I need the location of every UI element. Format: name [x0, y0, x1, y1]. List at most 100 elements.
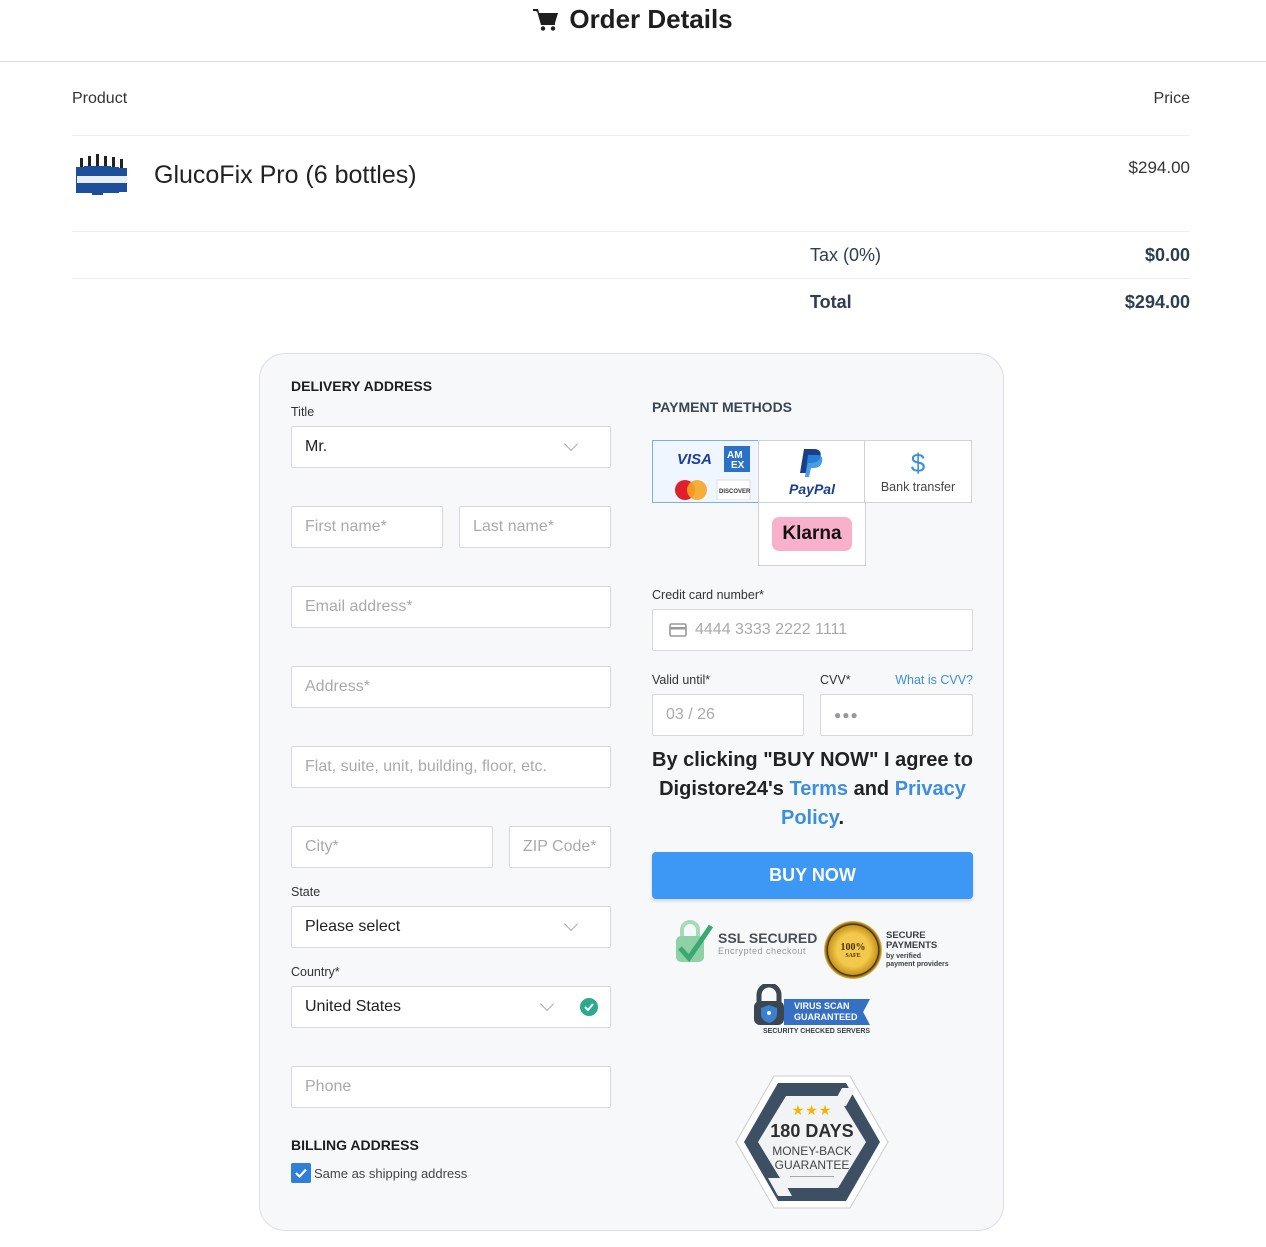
product-price: $294.00: [1128, 158, 1190, 177]
guarantee-line-2: GUARANTEE: [774, 1158, 850, 1172]
product-name: GlucoFix Pro (6 bottles): [154, 160, 417, 189]
chevron-down-icon: [563, 916, 579, 932]
cvv-label: CVV*: [820, 673, 851, 687]
payment-heading: PAYMENT METHODS: [652, 399, 793, 415]
payment-method-paypal[interactable]: PayPal: [758, 440, 866, 503]
last-name-input[interactable]: Last name*: [459, 506, 611, 548]
phone-input[interactable]: Phone: [291, 1066, 611, 1108]
total-label: Total: [810, 292, 852, 312]
money-back-guarantee-badge: ★★★ 180 DAYS MONEY-BACK GUARANTEE: [734, 1074, 890, 1210]
city-input[interactable]: City*: [291, 826, 493, 868]
tax-label: Tax (0%): [810, 244, 882, 265]
card-brands-icon: VISA AMEX DISCOVER: [675, 445, 751, 500]
klarna-logo: Klarna: [772, 517, 852, 551]
email-placeholder: Email address*: [305, 598, 413, 615]
seal-percent: 100%: [840, 941, 866, 953]
valid-check-icon: [580, 998, 598, 1016]
order-summary: Product Price GlucoFix Pro (6 bottles) $…: [72, 62, 1190, 326]
paypal-label: PayPal: [789, 480, 835, 497]
column-price: Price: [1153, 89, 1190, 107]
first-name-input[interactable]: First name*: [291, 506, 443, 548]
valid-until-label: Valid until*: [652, 673, 711, 687]
state-select-value: Please select: [305, 918, 401, 935]
virus-scan-ribbon: VIRUS SCAN GUARANTEED: [784, 999, 870, 1025]
credit-card-icon: [669, 623, 687, 637]
title-label: Title: [291, 405, 315, 419]
virus-scan-badge: VIRUS SCAN GUARANTEED SECURITY CHECKED S…: [752, 984, 877, 1040]
same-as-shipping-label[interactable]: Same as shipping address: [314, 1166, 467, 1181]
legal-text-and: and: [848, 778, 895, 800]
card-number-input[interactable]: 4444 3333 2222 1111: [652, 609, 973, 651]
first-name-placeholder: First name*: [305, 518, 387, 535]
tax-value: $0.00: [1144, 244, 1190, 265]
buy-now-button[interactable]: BUY NOW: [652, 852, 973, 899]
total-row: Total $294.00: [72, 279, 1190, 326]
secure-sub-1: by verified: [886, 953, 922, 960]
legal-notice: By clicking "BUY NOW" I agree to Digisto…: [652, 746, 973, 833]
product-bottles-image: [76, 154, 127, 195]
cvv-placeholder: ●●●: [834, 708, 859, 722]
valid-until-input[interactable]: 03 / 26: [652, 694, 804, 736]
virus-subtitle: SECURITY CHECKED SERVERS: [763, 1028, 871, 1035]
payment-method-klarna[interactable]: Klarna: [758, 502, 866, 566]
virus-line-1: VIRUS SCAN: [794, 1001, 850, 1011]
column-product: Product: [72, 89, 128, 107]
total-value: $294.00: [1124, 292, 1190, 312]
payment-method-card[interactable]: VISA AM EX DISCOVER: [652, 440, 760, 503]
ssl-shield-check-icon: [676, 920, 714, 963]
email-input[interactable]: Email address*: [291, 586, 611, 628]
address2-input[interactable]: Flat, suite, unit, building, floor, etc.: [291, 746, 611, 788]
same-as-shipping-checkbox[interactable]: [291, 1163, 311, 1183]
legal-text-end: .: [838, 807, 844, 829]
ssl-title: SSL SECURED: [718, 930, 818, 946]
state-label: State: [291, 885, 321, 899]
seal-safe: SAFE: [845, 952, 861, 959]
delivery-heading: DELIVERY ADDRESS: [291, 378, 433, 394]
title-select[interactable]: Mr.: [291, 426, 611, 468]
secure-sub-2: payment providers: [886, 961, 949, 968]
secure-title-2: PAYMENTS: [886, 940, 938, 951]
address2-placeholder: Flat, suite, unit, building, floor, etc.: [305, 758, 547, 775]
order-item-row: GlucoFix Pro (6 bottles) $294.00: [72, 136, 1190, 232]
svg-text:EX: EX: [731, 460, 745, 471]
city-placeholder: City*: [305, 838, 339, 855]
page-title-text: Order Details: [569, 4, 733, 34]
guarantee-days: 180 DAYS: [770, 1121, 854, 1141]
payment-method-bank-transfer[interactable]: $ Bank transfer: [864, 440, 972, 503]
svg-text:DISCOVER: DISCOVER: [719, 489, 751, 495]
chevron-down-icon: [563, 436, 579, 452]
state-select[interactable]: Please select: [291, 906, 611, 948]
ssl-subtitle: Encrypted checkout: [718, 946, 807, 956]
title-select-value: Mr.: [305, 438, 328, 455]
dollar-icon: $: [910, 447, 926, 478]
chevron-down-icon: [539, 996, 555, 1012]
valid-until-placeholder: 03 / 26: [666, 706, 715, 723]
rating-stars-icon: ★★★: [791, 1102, 833, 1118]
page-header: Order Details: [0, 0, 1266, 62]
phone-placeholder: Phone: [305, 1078, 352, 1095]
order-table-header: Product Price: [72, 62, 1190, 136]
cvv-input[interactable]: ●●●: [820, 694, 973, 736]
terms-link[interactable]: Terms: [789, 778, 848, 800]
zip-input[interactable]: ZIP Code*: [509, 826, 611, 868]
shopping-cart-icon: [533, 8, 559, 31]
country-label: Country*: [291, 965, 340, 979]
card-number-label: Credit card number*: [652, 588, 764, 602]
padlock-shield-icon: [754, 984, 784, 1025]
ssl-secured-badge: SSL SECURED Encrypted checkout: [672, 920, 817, 966]
paypal-icon: [800, 448, 823, 477]
address-input[interactable]: Address*: [291, 666, 611, 708]
address-placeholder: Address*: [305, 678, 370, 695]
page-title: Order Details: [533, 4, 733, 35]
what-is-cvv-link[interactable]: What is CVV?: [895, 673, 973, 687]
guarantee-line-1: MONEY-BACK: [772, 1144, 852, 1158]
country-select[interactable]: United States: [291, 986, 611, 1028]
secure-payments-badge: 100% SAFE SECURE PAYMENTS by verified pa…: [824, 921, 949, 979]
tax-row: Tax (0%) $0.00: [72, 232, 1190, 279]
bank-transfer-label: Bank transfer: [880, 479, 956, 494]
svg-text:VISA: VISA: [677, 451, 712, 468]
guarantee-divider: [790, 1176, 834, 1177]
last-name-placeholder: Last name*: [473, 518, 554, 535]
zip-placeholder: ZIP Code*: [523, 838, 597, 855]
checkout-form-card: DELIVERY ADDRESS Title Mr. First name* L…: [259, 353, 1004, 1231]
